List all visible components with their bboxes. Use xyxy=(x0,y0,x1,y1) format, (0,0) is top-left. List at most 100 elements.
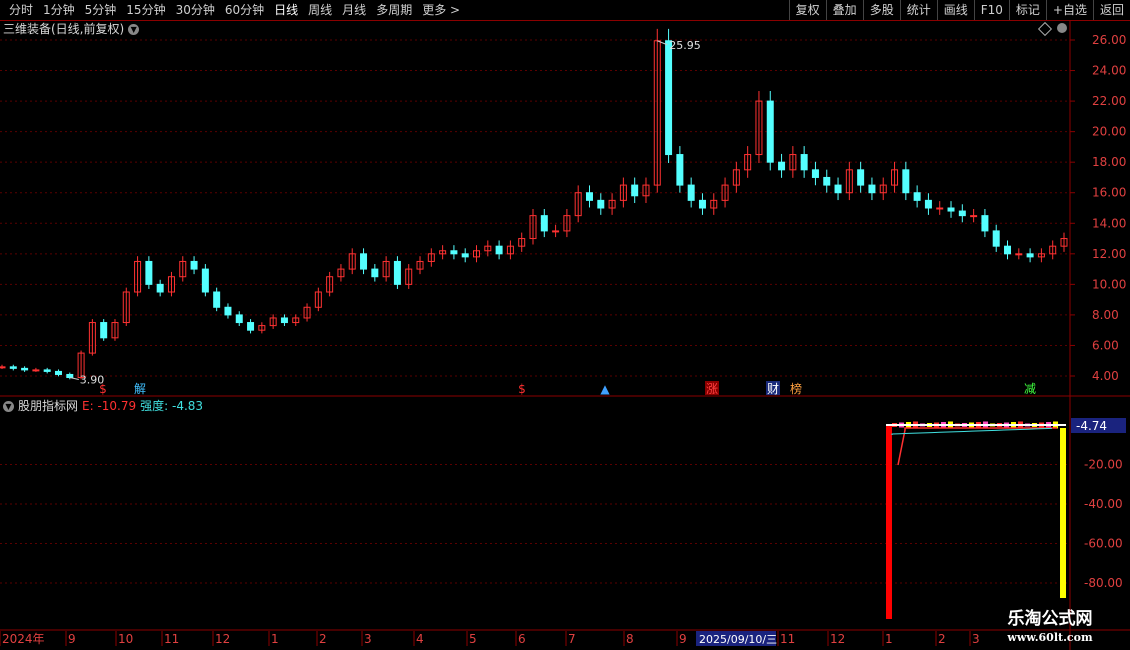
candle-body xyxy=(9,366,17,369)
candle-body xyxy=(337,268,345,278)
candle-body xyxy=(811,169,819,178)
diamond-icon[interactable] xyxy=(1037,21,1053,37)
indicator-histogram xyxy=(1004,422,1009,428)
period-button[interactable]: 月线 xyxy=(337,0,371,20)
tool-button[interactable]: F10 xyxy=(973,0,1009,20)
candle-body xyxy=(134,260,142,293)
tool-button[interactable]: 叠加 xyxy=(825,0,863,20)
candle-body xyxy=(1060,238,1068,247)
watermark-line1: 乐淘公式网 xyxy=(1007,609,1093,629)
period-button[interactable]: 15分钟 xyxy=(121,0,170,20)
indicator-histogram xyxy=(969,422,974,428)
period-button[interactable]: 5分钟 xyxy=(80,0,122,20)
candle-body xyxy=(778,161,786,171)
indicator-bar xyxy=(1060,428,1066,598)
indicator-axis-label: -60.00 xyxy=(1084,537,1123,551)
watermark-line2: www.60lt.com xyxy=(1007,631,1093,644)
tool-button[interactable]: 画线 xyxy=(936,0,974,20)
indicator-histogram xyxy=(913,421,918,429)
price-axis-label: 10.00 xyxy=(1092,277,1126,291)
candle-body xyxy=(913,192,921,201)
candle-body xyxy=(947,207,955,212)
time-axis-label: 12 xyxy=(215,632,230,646)
candle-body xyxy=(484,245,492,252)
indicator-histogram xyxy=(906,422,911,428)
period-button[interactable]: 1分钟 xyxy=(38,0,80,20)
time-axis-label: 2 xyxy=(938,632,946,646)
indicator-histogram xyxy=(976,422,981,428)
candle-body xyxy=(326,276,334,293)
main-chart-title: 三维装备(日线,前复权) ▼ xyxy=(3,21,140,37)
time-axis-label: 10 xyxy=(118,632,133,646)
chevron-down-icon[interactable]: ▼ xyxy=(3,400,14,412)
tool-button[interactable]: 多股 xyxy=(862,0,900,20)
price-axis-label: 4.00 xyxy=(1092,369,1119,383)
indicator-histogram xyxy=(920,423,925,427)
candle-body xyxy=(145,260,153,285)
time-axis-label: 7 xyxy=(568,632,576,646)
tool-button[interactable]: 返回 xyxy=(1092,0,1130,20)
period-button[interactable]: 分时 xyxy=(4,0,38,20)
period-button[interactable]: 周线 xyxy=(303,0,337,20)
candle-body xyxy=(698,199,706,209)
period-button[interactable]: 30分钟 xyxy=(171,0,220,20)
candle-body xyxy=(88,322,96,354)
indicator-histogram xyxy=(1032,423,1037,427)
candle-body xyxy=(563,215,571,232)
circle-icon[interactable] xyxy=(1057,23,1067,33)
candle-body xyxy=(506,245,514,255)
candle-body xyxy=(574,192,582,217)
candle-body xyxy=(280,317,288,324)
candle-body xyxy=(314,291,322,308)
low-pointer xyxy=(69,377,79,381)
tool-button[interactable]: +自选 xyxy=(1045,0,1093,20)
period-button[interactable]: 多周期 xyxy=(371,0,417,20)
candle-body xyxy=(122,291,130,324)
candle-body xyxy=(789,154,797,171)
candle-body xyxy=(1037,253,1045,258)
candle-body xyxy=(156,283,164,293)
candle-body xyxy=(258,325,266,331)
candle-body xyxy=(924,199,932,209)
indicator-histogram xyxy=(941,422,946,428)
time-axis-label: 11 xyxy=(164,632,179,646)
candle-body xyxy=(360,253,368,270)
period-button[interactable]: 更多 > xyxy=(417,0,465,20)
candle-body xyxy=(190,260,198,270)
candle-body xyxy=(405,268,413,285)
low-price-label: 3.90 xyxy=(80,374,105,387)
candle-body xyxy=(32,369,40,372)
tool-button[interactable]: 统计 xyxy=(899,0,937,20)
candle-body xyxy=(54,370,62,375)
candle-body xyxy=(427,253,435,262)
marker-bg xyxy=(766,381,780,395)
price-axis-label: 12.00 xyxy=(1092,247,1126,261)
candle-body xyxy=(1004,245,1012,255)
candle-body xyxy=(857,169,865,186)
kline-chart[interactable]: 26.0024.0022.0020.0018.0016.0014.0012.00… xyxy=(0,0,1130,650)
candle-body xyxy=(224,306,232,316)
period-button[interactable]: 日线 xyxy=(269,0,303,20)
watermark-logo: 乐淘公式网 www.60lt.com xyxy=(990,608,1110,650)
current-value-text: -4.74 xyxy=(1076,419,1107,433)
price-axis-label: 14.00 xyxy=(1092,216,1126,230)
chevron-down-icon[interactable]: ▼ xyxy=(128,23,140,35)
candle-body xyxy=(450,250,458,255)
time-axis-label: 1 xyxy=(885,632,893,646)
candle-body xyxy=(608,199,616,209)
tool-buttons: 复权 叠加 多股 统计 画线 F10 标记 +自选 返回 xyxy=(788,0,1130,20)
candle-body xyxy=(371,268,379,278)
indicator-axis-label: -20.00 xyxy=(1084,458,1123,472)
indicator-histogram xyxy=(990,423,995,427)
tool-button[interactable]: 复权 xyxy=(788,0,826,20)
candle-body xyxy=(213,291,221,308)
event-marker: $ xyxy=(518,382,526,396)
tool-button[interactable]: 标记 xyxy=(1008,0,1046,20)
event-marker: ▲ xyxy=(600,382,610,396)
candle-body xyxy=(732,169,740,186)
candle-body xyxy=(619,184,627,201)
candle-body xyxy=(766,100,774,163)
event-marker: $ xyxy=(99,382,107,396)
period-button[interactable]: 60分钟 xyxy=(220,0,269,20)
candlestick-series xyxy=(0,28,1068,380)
